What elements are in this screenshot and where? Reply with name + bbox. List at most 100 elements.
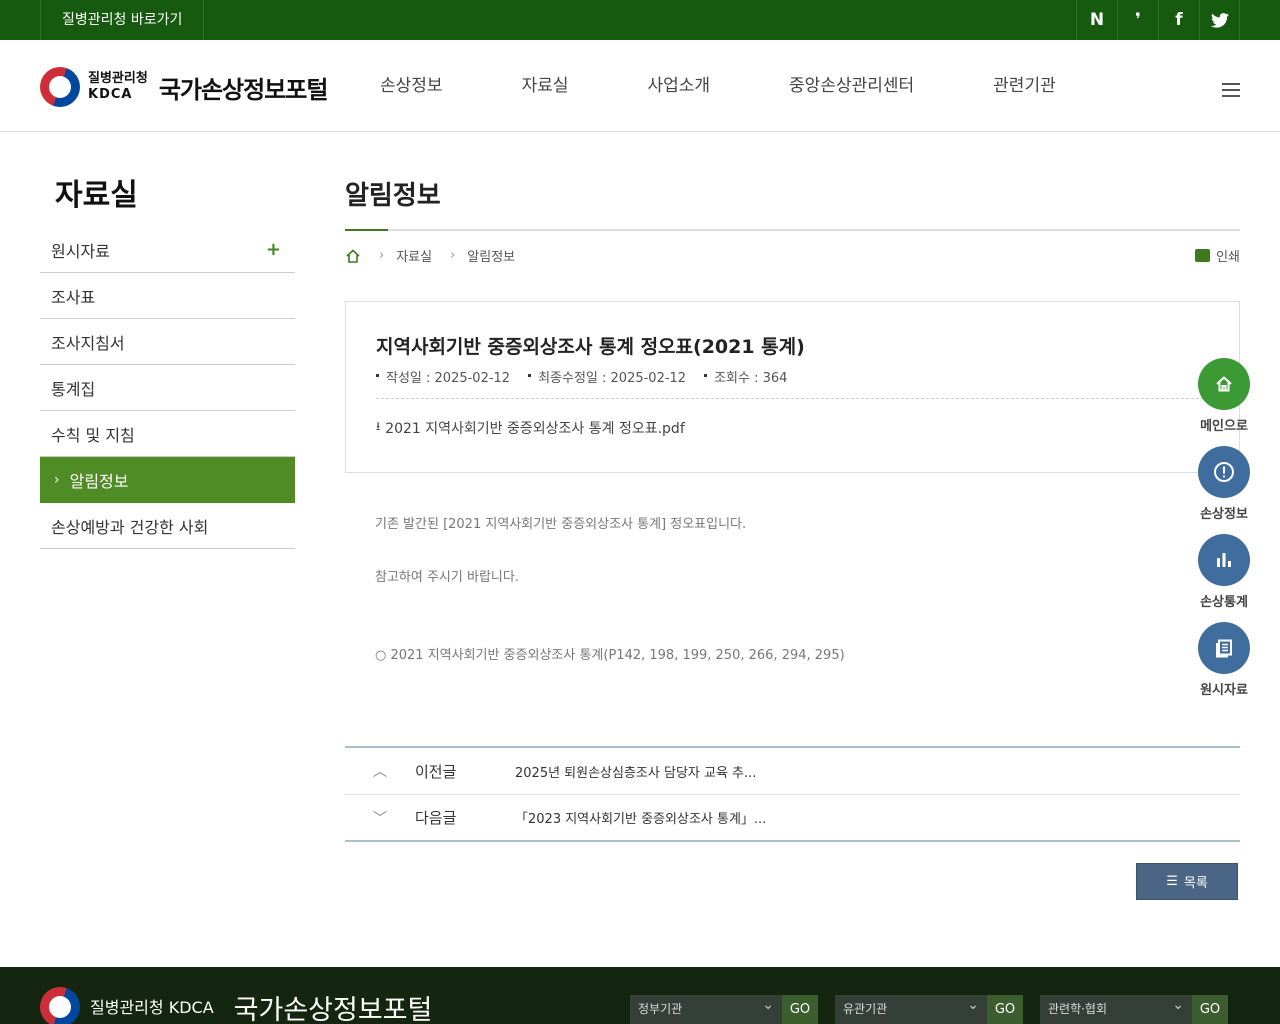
lnb-item-guidelines[interactable]: 수칙 및 지침	[40, 411, 295, 457]
home-icon[interactable]	[345, 248, 361, 264]
nav-related-orgs[interactable]: 관련기관	[993, 74, 1056, 98]
breadcrumb-item[interactable]: 자료실	[396, 246, 432, 265]
home-icon	[1198, 358, 1250, 410]
chevron-right-icon: ›	[54, 471, 60, 488]
quick-main-button[interactable]: 메인으로	[1198, 358, 1250, 446]
post-title: 지역사회기반 중증외상조사 통계 정오표(2021 통계)	[376, 336, 805, 358]
list-button[interactable]: ☰ 목록	[1136, 863, 1238, 900]
menu-icon[interactable]	[1222, 83, 1240, 97]
lnb-item-label: 통계집	[51, 379, 96, 399]
prev-title: 2025년 퇴원손상심층조사 담당자 교육 추...	[515, 765, 757, 781]
lnb-item-guidebook[interactable]: 조사지침서	[40, 319, 295, 365]
attachment-link[interactable]: ⭳ 2021 지역사회기반 중증외상조사 통계 정오표.pdf	[376, 417, 685, 438]
org-name-ko: 질병관리청	[88, 71, 148, 86]
footer-org-name: 질병관리청 KDCA	[90, 999, 214, 1016]
quick-label: 메인으로	[1200, 419, 1248, 434]
quick-label: 원시자료	[1200, 683, 1248, 698]
footer-portal-name: 국가손상정보포털	[233, 994, 433, 1024]
main-nav: 손상정보 자료실 사업소개 중앙손상관리센터 관련기관	[380, 74, 1056, 98]
kdca-emblem-icon	[40, 67, 80, 107]
top-utility-bar: 질병관리청 바로가기 N ❜ f	[0, 0, 1280, 40]
org-name: 질병관리청 KDCA	[88, 71, 148, 103]
site-header: 질병관리청 KDCA 국가손상정보포털 손상정보 자료실 사업소개 중앙손상관리…	[0, 40, 1280, 132]
nav-business[interactable]: 사업소개	[647, 74, 710, 98]
quick-injury-info-button[interactable]: 손상정보	[1198, 446, 1250, 534]
lnb-item-raw-data[interactable]: 원시자료 +	[40, 227, 295, 273]
nav-injury-info[interactable]: 손상정보	[380, 74, 443, 98]
kdca-emblem-icon	[40, 987, 80, 1024]
breadcrumb-item-current[interactable]: 알림정보	[467, 246, 515, 265]
related-org-select[interactable]: 유관기관	[835, 991, 987, 1024]
post-created-date: 작성일 : 2025-02-12	[376, 367, 510, 386]
site-logo[interactable]: 질병관리청 KDCA 국가손상정보포털	[40, 66, 329, 108]
footer-select-gov: 정부기관 GO	[630, 991, 818, 1024]
list-icon: ☰	[1166, 874, 1178, 889]
alert-circle-icon	[1198, 446, 1250, 498]
list-button-label: 목록	[1183, 876, 1208, 891]
prev-label: 이전글	[415, 762, 457, 781]
post-body-line: 기존 발간된 [2021 지역사회기반 중증외상조사 통계] 정오표입니다.	[375, 517, 747, 532]
prev-next-nav: ︿ 이전글 2025년 퇴원손상심층조사 담당자 교육 추... ﹀ 다음글 「…	[345, 746, 1240, 842]
next-post-link[interactable]: ﹀ 다음글 「2023 지역사회기반 중증외상조사 통계」...	[345, 794, 1240, 840]
post-header: 지역사회기반 중증외상조사 통계 정오표(2021 통계) 작성일 : 2025…	[345, 301, 1240, 473]
lnb-item-label: 원시자료	[51, 241, 110, 261]
prev-post-link[interactable]: ︿ 이전글 2025년 퇴원손상심층조사 담당자 교육 추...	[345, 748, 1240, 794]
next-title: 「2023 지역사회기반 중증외상조사 통계」...	[515, 812, 767, 827]
quick-injury-stats-button[interactable]: 손상통계	[1198, 534, 1250, 622]
footer-org-name-en: KDCA	[168, 997, 214, 1017]
lnb-item-label: 조사표	[51, 287, 96, 307]
chevron-down-icon: ﹀	[373, 810, 387, 827]
lnb-item-label: 수칙 및 지침	[51, 425, 135, 445]
quick-raw-data-button[interactable]: 원시자료	[1198, 622, 1250, 710]
post-modified-date: 최종수정일 : 2025-02-12	[528, 367, 686, 386]
download-icon: ⭳	[376, 419, 381, 433]
related-org-go-button[interactable]: GO	[987, 995, 1023, 1024]
quick-label: 손상정보	[1200, 507, 1248, 522]
lnb-item-questionnaire[interactable]: 조사표	[40, 273, 295, 319]
lnb-item-prevention[interactable]: 손상예방과 건강한 사회	[40, 503, 295, 549]
facebook-icon[interactable]: f	[1158, 0, 1199, 40]
page-title: 알림정보	[345, 181, 441, 211]
post-view-count: 조회수 : 364	[704, 367, 787, 386]
title-divider	[345, 229, 1240, 231]
association-select[interactable]: 관련학·협회	[1040, 991, 1192, 1024]
nav-central-center[interactable]: 중앙손상관리센터	[789, 74, 914, 98]
portal-name: 국가손상정보포털	[158, 75, 329, 104]
quick-label: 손상통계	[1200, 595, 1248, 610]
association-go-button[interactable]: GO	[1192, 995, 1228, 1024]
quick-menu: 메인으로 손상정보 손상통계 원시자료	[1198, 358, 1250, 710]
gov-org-go-button[interactable]: GO	[782, 995, 818, 1024]
plus-icon[interactable]: +	[266, 239, 281, 260]
breadcrumb: › 자료실 › 알림정보	[345, 246, 515, 265]
kakao-story-icon[interactable]: ❜	[1117, 0, 1158, 40]
print-button[interactable]: 인쇄	[1195, 246, 1240, 265]
nav-archive[interactable]: 자료실	[522, 74, 569, 98]
footer-select-related: 유관기관 GO	[835, 991, 1023, 1024]
footer-org-name-ko: 질병관리청	[90, 997, 164, 1017]
divider	[376, 398, 1239, 399]
kdca-shortcut-link[interactable]: 질병관리청 바로가기	[40, 0, 205, 40]
lnb-item-notice[interactable]: › 알림정보	[40, 457, 295, 503]
next-label: 다음글	[415, 809, 457, 827]
bar-chart-icon	[1198, 534, 1250, 586]
attachment-name: 2021 지역사회기반 중증외상조사 통계 정오표.pdf	[385, 420, 685, 437]
chevron-up-icon: ︿	[373, 764, 387, 780]
footer-select-assoc: 관련학·협회 GO	[1040, 991, 1228, 1024]
lnb-title: 자료실	[55, 178, 138, 213]
gov-org-select[interactable]: 정부기관	[630, 991, 782, 1024]
footer-logo: 질병관리청 KDCA 국가손상정보포털	[40, 987, 432, 1024]
post-body-line: ○ 2021 지역사회기반 중증외상조사 통계(P142, 198, 199, …	[375, 648, 845, 663]
post-body-line: 참고하여 주시기 바랍니다.	[375, 570, 519, 585]
twitter-icon[interactable]	[1199, 0, 1240, 40]
lnb-item-label: 알림정보	[69, 471, 129, 491]
post-meta: 작성일 : 2025-02-12 최종수정일 : 2025-02-12 조회수 …	[376, 367, 805, 386]
print-label: 인쇄	[1216, 250, 1240, 265]
document-icon	[1198, 622, 1250, 674]
lnb-item-label: 손상예방과 건강한 사회	[51, 517, 209, 537]
sns-links: N ❜ f	[1076, 0, 1240, 40]
chevron-right-icon: ›	[450, 248, 456, 263]
lnb-item-statistics[interactable]: 통계집	[40, 365, 295, 411]
naver-blog-icon[interactable]: N	[1076, 0, 1117, 40]
org-name-en: KDCA	[88, 87, 133, 102]
side-nav: 원시자료 + 조사표 조사지침서 통계집 수칙 및 지침 › 알림정보 손상예방…	[40, 227, 295, 549]
